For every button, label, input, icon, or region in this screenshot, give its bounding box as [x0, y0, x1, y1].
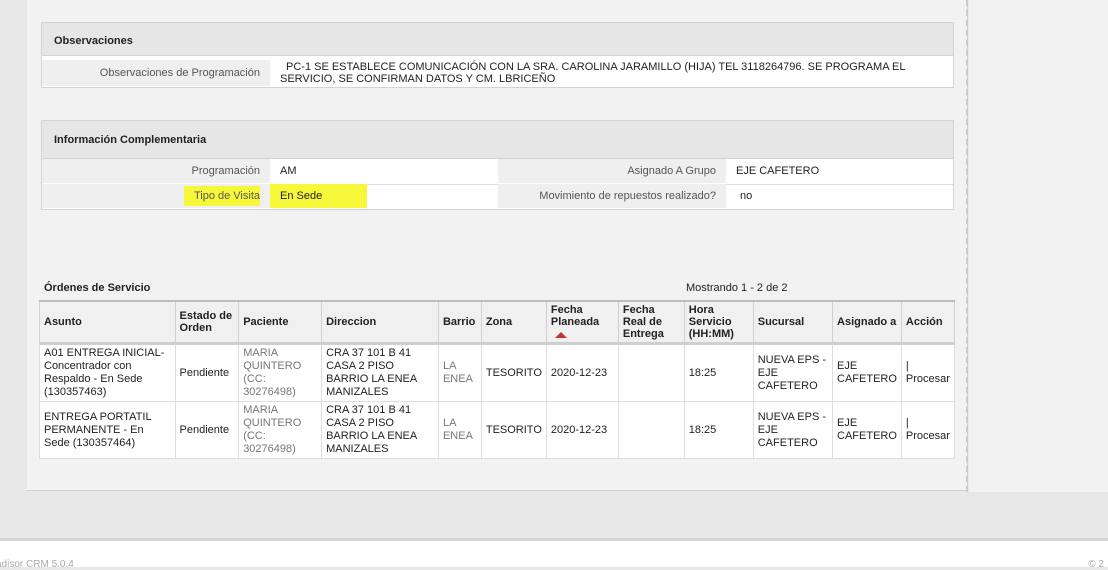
col-asunto[interactable]: Asunto [39, 300, 176, 345]
col-asignado[interactable]: Asignado a [832, 300, 902, 345]
pagination-info: Mostrando 1 - 2 de 2 [686, 282, 788, 294]
cell-sucursal: NUEVA EPS - EJE CAFETERO [752, 343, 834, 402]
table-row: A01 ENTREGA INICIAL- Concentrador con Re… [39, 343, 956, 402]
observaciones-panel: Observaciones Observaciones de Programac… [41, 22, 954, 88]
info-title: Información Complementaria [42, 121, 953, 159]
col-barrio[interactable]: Barrio [437, 300, 482, 345]
col-fecha-planeada-label: Fecha Planeada [550, 304, 600, 328]
cell-asignado: EJE CAFETERO [832, 343, 902, 402]
procesar-link[interactable]: Procesar [906, 430, 950, 442]
cell-zona: TESORITO [480, 401, 547, 459]
info-row-1: Programación AM Asignado A Grupo EJE CAF… [42, 159, 953, 185]
pane-divider [966, 0, 968, 492]
procesar-link[interactable]: Procesar [906, 373, 950, 385]
tipo-visita-value: En Sede [270, 184, 367, 208]
orders-title: Órdenes de Servicio [44, 282, 151, 294]
action-separator: | [905, 360, 909, 372]
action-separator: | [905, 417, 909, 429]
cell-hora: 18:25 [683, 401, 754, 459]
cell-paciente: MARIA QUINTERO (CC: 30276498) [238, 343, 323, 402]
col-zona[interactable]: Zona [480, 300, 547, 345]
cell-fecha-planeada: 2020-12-23 [545, 343, 619, 402]
footer-copyright: © 2 [1088, 559, 1104, 570]
tipo-visita-label-text: Tipo de Visita [183, 186, 260, 206]
cell-paciente: MARIA QUINTERO (CC: 30276498) [238, 401, 323, 459]
cell-barrio: LA ENEA [437, 401, 482, 459]
cell-estado: Pendiente [174, 343, 240, 402]
col-direccion[interactable]: Direccion [321, 300, 439, 345]
cell-asunto: ENTREGA PORTATIL PERMANENTE - En Sede (1… [39, 401, 176, 459]
cell-hora: 18:25 [683, 343, 754, 402]
cell-zona: TESORITO [480, 343, 547, 402]
col-accion[interactable]: Acción [900, 300, 956, 345]
orders-header-row: Asunto Estado de Orden Paciente Direccio… [39, 300, 956, 345]
cell-direccion: CRA 37 101 B 41 CASA 2 PISO BARRIO LA EN… [321, 343, 439, 402]
programacion-label: Programación [42, 159, 270, 183]
col-paciente[interactable]: Paciente [238, 300, 323, 345]
col-fecha-real[interactable]: Fecha Real de Entrega [617, 300, 685, 345]
observaciones-row: Observaciones de Programación PC-1 SE ES… [42, 60, 953, 86]
table-row: ENTREGA PORTATIL PERMANENTE - En Sede (1… [39, 401, 956, 459]
cell-fecha-planeada: 2020-12-23 [545, 401, 619, 459]
tipo-visita-label: Tipo de Visita [42, 184, 270, 208]
col-estado[interactable]: Estado de Orden [174, 300, 240, 345]
cell-asunto: A01 ENTREGA INICIAL- Concentrador con Re… [39, 343, 176, 402]
cell-fecha-real [617, 401, 685, 459]
cell-direccion: CRA 37 101 B 41 CASA 2 PISO BARRIO LA EN… [321, 401, 439, 459]
col-fecha-planeada[interactable]: Fecha Planeada [545, 300, 619, 345]
footer-version: adisor CRM 5.0.4 [0, 559, 74, 570]
repuestos-label: Movimiento de repuestos realizado? [498, 184, 726, 208]
observaciones-value: PC-1 SE ESTABLECE COMUNICACIÓN CON LA SR… [280, 61, 906, 85]
sort-asc-icon[interactable] [554, 332, 567, 339]
right-pane [969, 0, 1108, 492]
cell-asignado: EJE CAFETERO [832, 401, 902, 459]
observaciones-label: Observaciones de Programación [42, 60, 270, 86]
observaciones-title: Observaciones [42, 23, 953, 56]
cell-fecha-real [617, 343, 685, 402]
info-row-2: Tipo de Visita En Sede Movimiento de rep… [42, 184, 953, 208]
col-sucursal[interactable]: Sucursal [752, 300, 834, 345]
repuestos-value: no [740, 190, 753, 202]
cell-accion: | Procesar [900, 343, 956, 402]
cell-estado: Pendiente [174, 401, 240, 459]
col-hora[interactable]: Hora Servicio (HH:MM) [683, 300, 754, 345]
grupo-label: Asignado A Grupo [498, 159, 726, 183]
cell-sucursal: NUEVA EPS - EJE CAFETERO [752, 401, 834, 459]
orders-table: Asunto Estado de Orden Paciente Direccio… [39, 300, 956, 459]
footer: adisor CRM 5.0.4 © 2 [0, 549, 1108, 570]
cell-barrio: LA ENEA [437, 343, 482, 402]
programacion-value: AM [280, 165, 297, 177]
grupo-value: EJE CAFETERO [736, 165, 820, 177]
info-panel: Información Complementaria Programación … [41, 120, 954, 210]
cell-accion: | Procesar [900, 401, 956, 459]
